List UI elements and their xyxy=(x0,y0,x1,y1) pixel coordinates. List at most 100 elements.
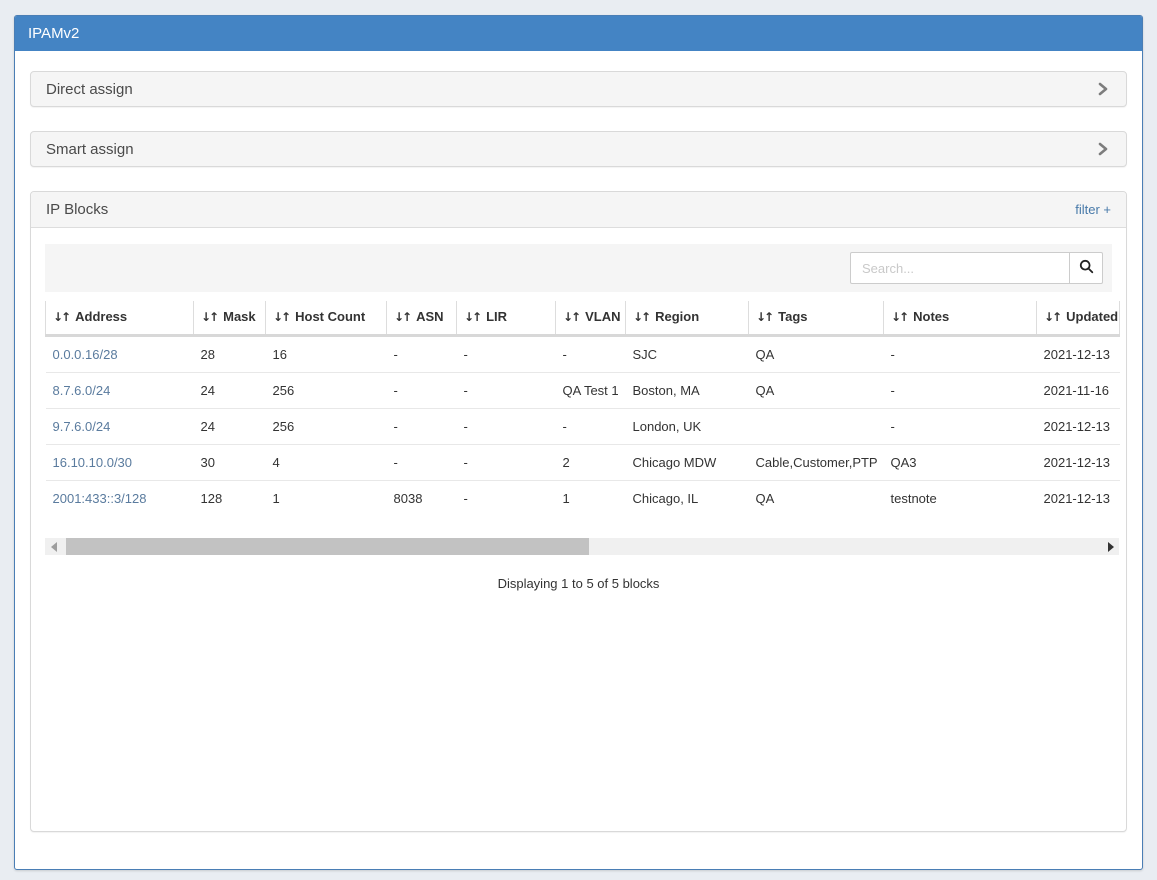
column-header-notes[interactable]: ↓↑ Notes xyxy=(884,301,1037,336)
cell-notes: - xyxy=(884,373,1037,409)
sort-icon: ↓↑ xyxy=(273,310,289,324)
column-label: Region xyxy=(655,309,699,324)
column-label: Tags xyxy=(778,309,807,324)
cell-host-count: 256 xyxy=(266,373,387,409)
sort-icon: ↓↑ xyxy=(756,310,772,324)
cell-region: Chicago, IL xyxy=(626,481,749,517)
search-group xyxy=(850,252,1103,284)
address-link[interactable]: 9.7.6.0/24 xyxy=(53,419,111,434)
cell-lir: - xyxy=(457,373,556,409)
cell-tags: Cable,Customer,PTP xyxy=(749,445,884,481)
column-label: ASN xyxy=(416,309,443,324)
scroll-left-icon xyxy=(51,542,57,552)
cell-region: London, UK xyxy=(626,409,749,445)
horizontal-scrollbar[interactable] xyxy=(45,538,1119,555)
column-header-address[interactable]: ↓↑Address xyxy=(46,301,194,336)
cell-host-count: 4 xyxy=(266,445,387,481)
cell-address: 9.7.6.0/24 xyxy=(46,409,194,445)
chevron-right-icon xyxy=(1095,81,1111,97)
sort-icon: ↓↑ xyxy=(891,310,907,324)
cell-vlan: - xyxy=(556,336,626,373)
cell-region: SJC xyxy=(626,336,749,373)
filter-link[interactable]: filter + xyxy=(1075,202,1111,217)
cell-host-count: 1 xyxy=(266,481,387,517)
table-header-row: ↓↑Address↓↑Mask↓↑Host Count↓↑ASN↓↑LIR↓↑V… xyxy=(46,301,1120,336)
column-label: Notes xyxy=(913,309,949,324)
column-label: Host Count xyxy=(295,309,365,324)
cell-tags: QA xyxy=(749,481,884,517)
direct-assign-title: Direct assign xyxy=(46,81,133,98)
cell-asn: - xyxy=(387,409,457,445)
cell-vlan: 1 xyxy=(556,481,626,517)
cell-tags xyxy=(749,409,884,445)
cell-updated: 2021-12-13 xyxy=(1037,409,1120,445)
cell-asn: - xyxy=(387,336,457,373)
table-row: 0.0.0.16/282816---SJCQA-2021-12-13 xyxy=(46,336,1120,373)
cell-lir: - xyxy=(457,409,556,445)
app-container: IPAMv2 Direct assign Smart assign IP Blo… xyxy=(14,15,1143,870)
cell-vlan: QA Test 1 xyxy=(556,373,626,409)
table-row: 16.10.10.0/30304--2Chicago MDWCable,Cust… xyxy=(46,445,1120,481)
table-summary: Displaying 1 to 5 of 5 blocks xyxy=(45,576,1112,591)
address-link[interactable]: 16.10.10.0/30 xyxy=(53,455,133,470)
search-button[interactable] xyxy=(1070,252,1103,284)
cell-mask: 30 xyxy=(194,445,266,481)
sort-icon: ↓↑ xyxy=(633,310,649,324)
cell-region: Boston, MA xyxy=(626,373,749,409)
cell-asn: - xyxy=(387,445,457,481)
column-header-vlan[interactable]: ↓↑VLAN xyxy=(556,301,626,336)
cell-address: 0.0.0.16/28 xyxy=(46,336,194,373)
cell-host-count: 16 xyxy=(266,336,387,373)
ip-blocks-panel: IP Blocks filter + ↓ xyxy=(30,191,1127,832)
address-link[interactable]: 8.7.6.0/24 xyxy=(53,383,111,398)
cell-vlan: 2 xyxy=(556,445,626,481)
column-label: Updated xyxy=(1066,309,1118,324)
column-header-asn[interactable]: ↓↑ ASN xyxy=(387,301,457,336)
cell-notes: testnote xyxy=(884,481,1037,517)
cell-address: 16.10.10.0/30 xyxy=(46,445,194,481)
cell-lir: - xyxy=(457,336,556,373)
cell-address: 8.7.6.0/24 xyxy=(46,373,194,409)
cell-lir: - xyxy=(457,445,556,481)
search-input[interactable] xyxy=(850,252,1070,284)
column-label: Address xyxy=(75,309,127,324)
cell-notes: QA3 xyxy=(884,445,1037,481)
column-header-mask[interactable]: ↓↑ Mask xyxy=(194,301,266,336)
smart-assign-title: Smart assign xyxy=(46,141,134,158)
table-row: 9.7.6.0/2424256---London, UK-2021-12-13 xyxy=(46,409,1120,445)
sort-icon: ↓↑ xyxy=(201,310,217,324)
scroll-right-button[interactable] xyxy=(1102,538,1119,555)
search-icon xyxy=(1079,259,1094,277)
sort-icon: ↓↑ xyxy=(1044,310,1060,324)
cell-updated: 2021-12-13 xyxy=(1037,336,1120,373)
column-header-updated[interactable]: ↓↑ Updated xyxy=(1037,301,1120,336)
ip-blocks-heading: IP Blocks filter + xyxy=(31,192,1126,228)
sort-icon: ↓↑ xyxy=(563,310,579,324)
column-header-region[interactable]: ↓↑ Region xyxy=(626,301,749,336)
sort-icon: ↓↑ xyxy=(394,310,410,324)
cell-vlan: - xyxy=(556,409,626,445)
sort-icon: ↓↑ xyxy=(464,310,480,324)
scrollbar-thumb[interactable] xyxy=(66,538,589,555)
direct-assign-panel[interactable]: Direct assign xyxy=(30,71,1127,107)
cell-tags: QA xyxy=(749,373,884,409)
cell-mask: 24 xyxy=(194,373,266,409)
scroll-left-button[interactable] xyxy=(45,538,62,555)
ip-blocks-table: ↓↑Address↓↑Mask↓↑Host Count↓↑ASN↓↑LIR↓↑V… xyxy=(45,301,1120,516)
column-header-host-count[interactable]: ↓↑ Host Count xyxy=(266,301,387,336)
cell-updated: 2021-12-13 xyxy=(1037,445,1120,481)
cell-mask: 24 xyxy=(194,409,266,445)
app-title: IPAMv2 xyxy=(28,25,79,42)
column-label: Mask xyxy=(223,309,256,324)
cell-updated: 2021-11-16 xyxy=(1037,373,1120,409)
table-row: 2001:433::3/12812818038-1Chicago, ILQAte… xyxy=(46,481,1120,517)
smart-assign-panel[interactable]: Smart assign xyxy=(30,131,1127,167)
cell-host-count: 256 xyxy=(266,409,387,445)
column-label: LIR xyxy=(486,309,507,324)
address-link[interactable]: 2001:433::3/128 xyxy=(53,491,147,506)
column-header-lir[interactable]: ↓↑ LIR xyxy=(457,301,556,336)
address-link[interactable]: 0.0.0.16/28 xyxy=(53,347,118,362)
column-header-tags[interactable]: ↓↑ Tags xyxy=(749,301,884,336)
cell-asn: - xyxy=(387,373,457,409)
cell-asn: 8038 xyxy=(387,481,457,517)
